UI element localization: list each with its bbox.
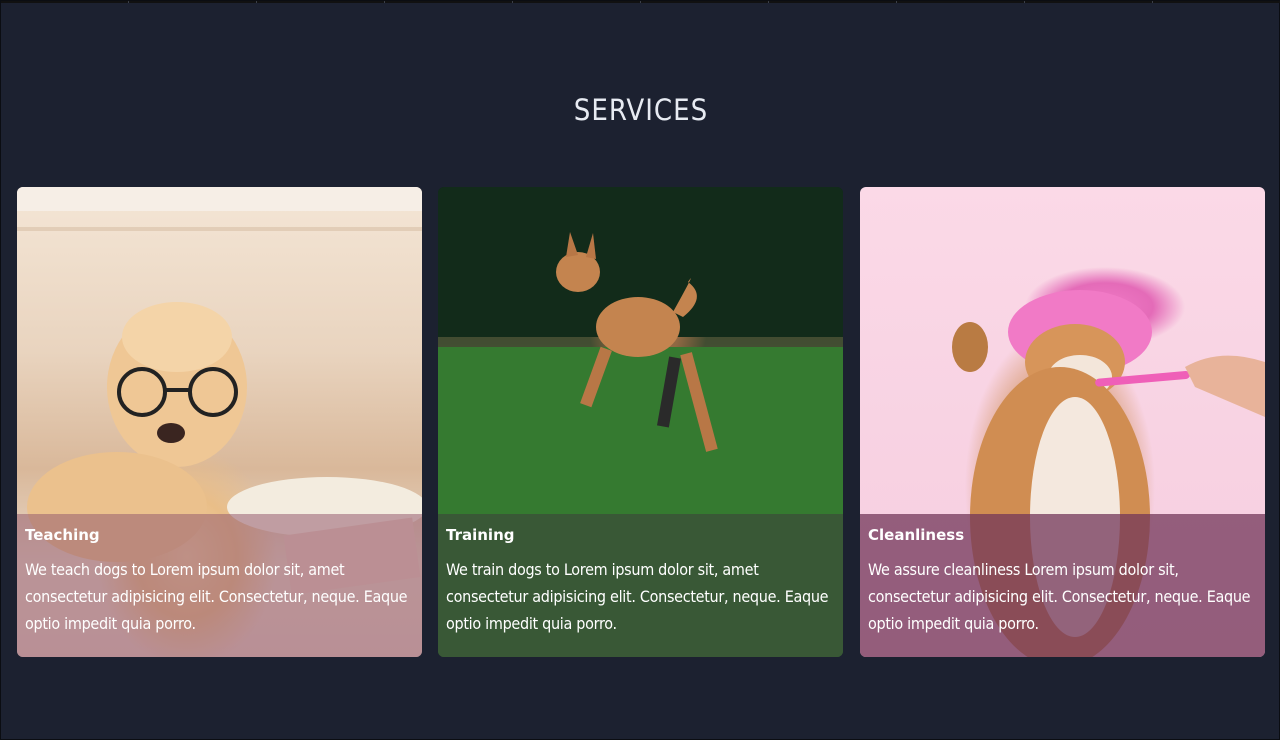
card-title: Teaching (25, 526, 100, 544)
card-caption: Teaching We teach dogs to Lorem ipsum do… (17, 514, 422, 657)
card-description: We assure cleanliness Lorem ipsum dolor … (868, 560, 1251, 633)
service-card-cleanliness[interactable]: Cleanliness We assure cleanliness Lorem … (860, 187, 1265, 657)
card-title: Training (446, 526, 515, 544)
section-title: SERVICES (573, 93, 709, 128)
card-description: We teach dogs to Lorem ipsum dolor sit, … (25, 560, 408, 633)
service-card-teaching[interactable]: Teaching We teach dogs to Lorem ipsum do… (17, 187, 422, 657)
card-caption: Cleanliness We assure cleanliness Lorem … (860, 514, 1265, 657)
top-tab-strip (1, 1, 1280, 4)
page-frame: SERVICES Teaching We teach dogs to Lorem… (0, 0, 1280, 740)
service-card-training[interactable]: Training We train dogs to Lorem ipsum do… (438, 187, 843, 657)
card-caption: Training We train dogs to Lorem ipsum do… (438, 514, 843, 657)
card-description: We train dogs to Lorem ipsum dolor sit, … (446, 560, 829, 633)
card-title: Cleanliness (868, 526, 965, 544)
